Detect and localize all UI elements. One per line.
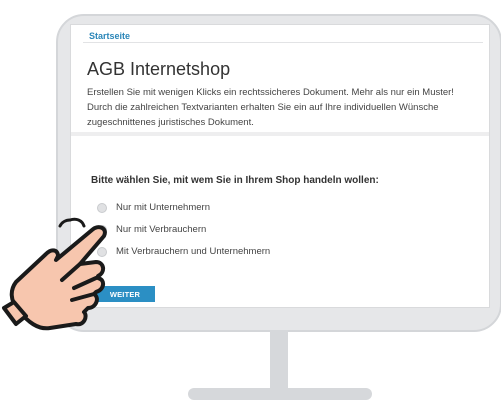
intro-text: Erstellen Sie mit wenigen Klicks ein rec… xyxy=(87,87,454,128)
browser-screen: Startseite AGB Internetshop Erstellen Si… xyxy=(70,24,490,308)
page-title: AGB Internetshop xyxy=(87,59,231,79)
pointing-hand-icon xyxy=(2,217,107,331)
monitor-stand-base xyxy=(188,388,372,400)
option-label-unternehmer: Nur mit Unternehmern xyxy=(116,202,210,213)
question-label: Bitte wählen Sie, mit wem Sie in Ihrem S… xyxy=(91,175,379,186)
option-unternehmer[interactable]: Nur mit Unternehmern xyxy=(97,202,210,213)
section-divider xyxy=(71,132,489,136)
option-label-beide: Mit Verbrauchern und Unternehmern xyxy=(116,246,271,257)
header-divider xyxy=(83,42,483,43)
radio-unternehmer[interactable] xyxy=(97,202,107,213)
monitor-stand-neck xyxy=(270,330,288,392)
breadcrumb-home-link[interactable]: Startseite xyxy=(89,31,130,41)
option-label-verbraucher: Nur mit Verbrauchern xyxy=(116,224,207,235)
